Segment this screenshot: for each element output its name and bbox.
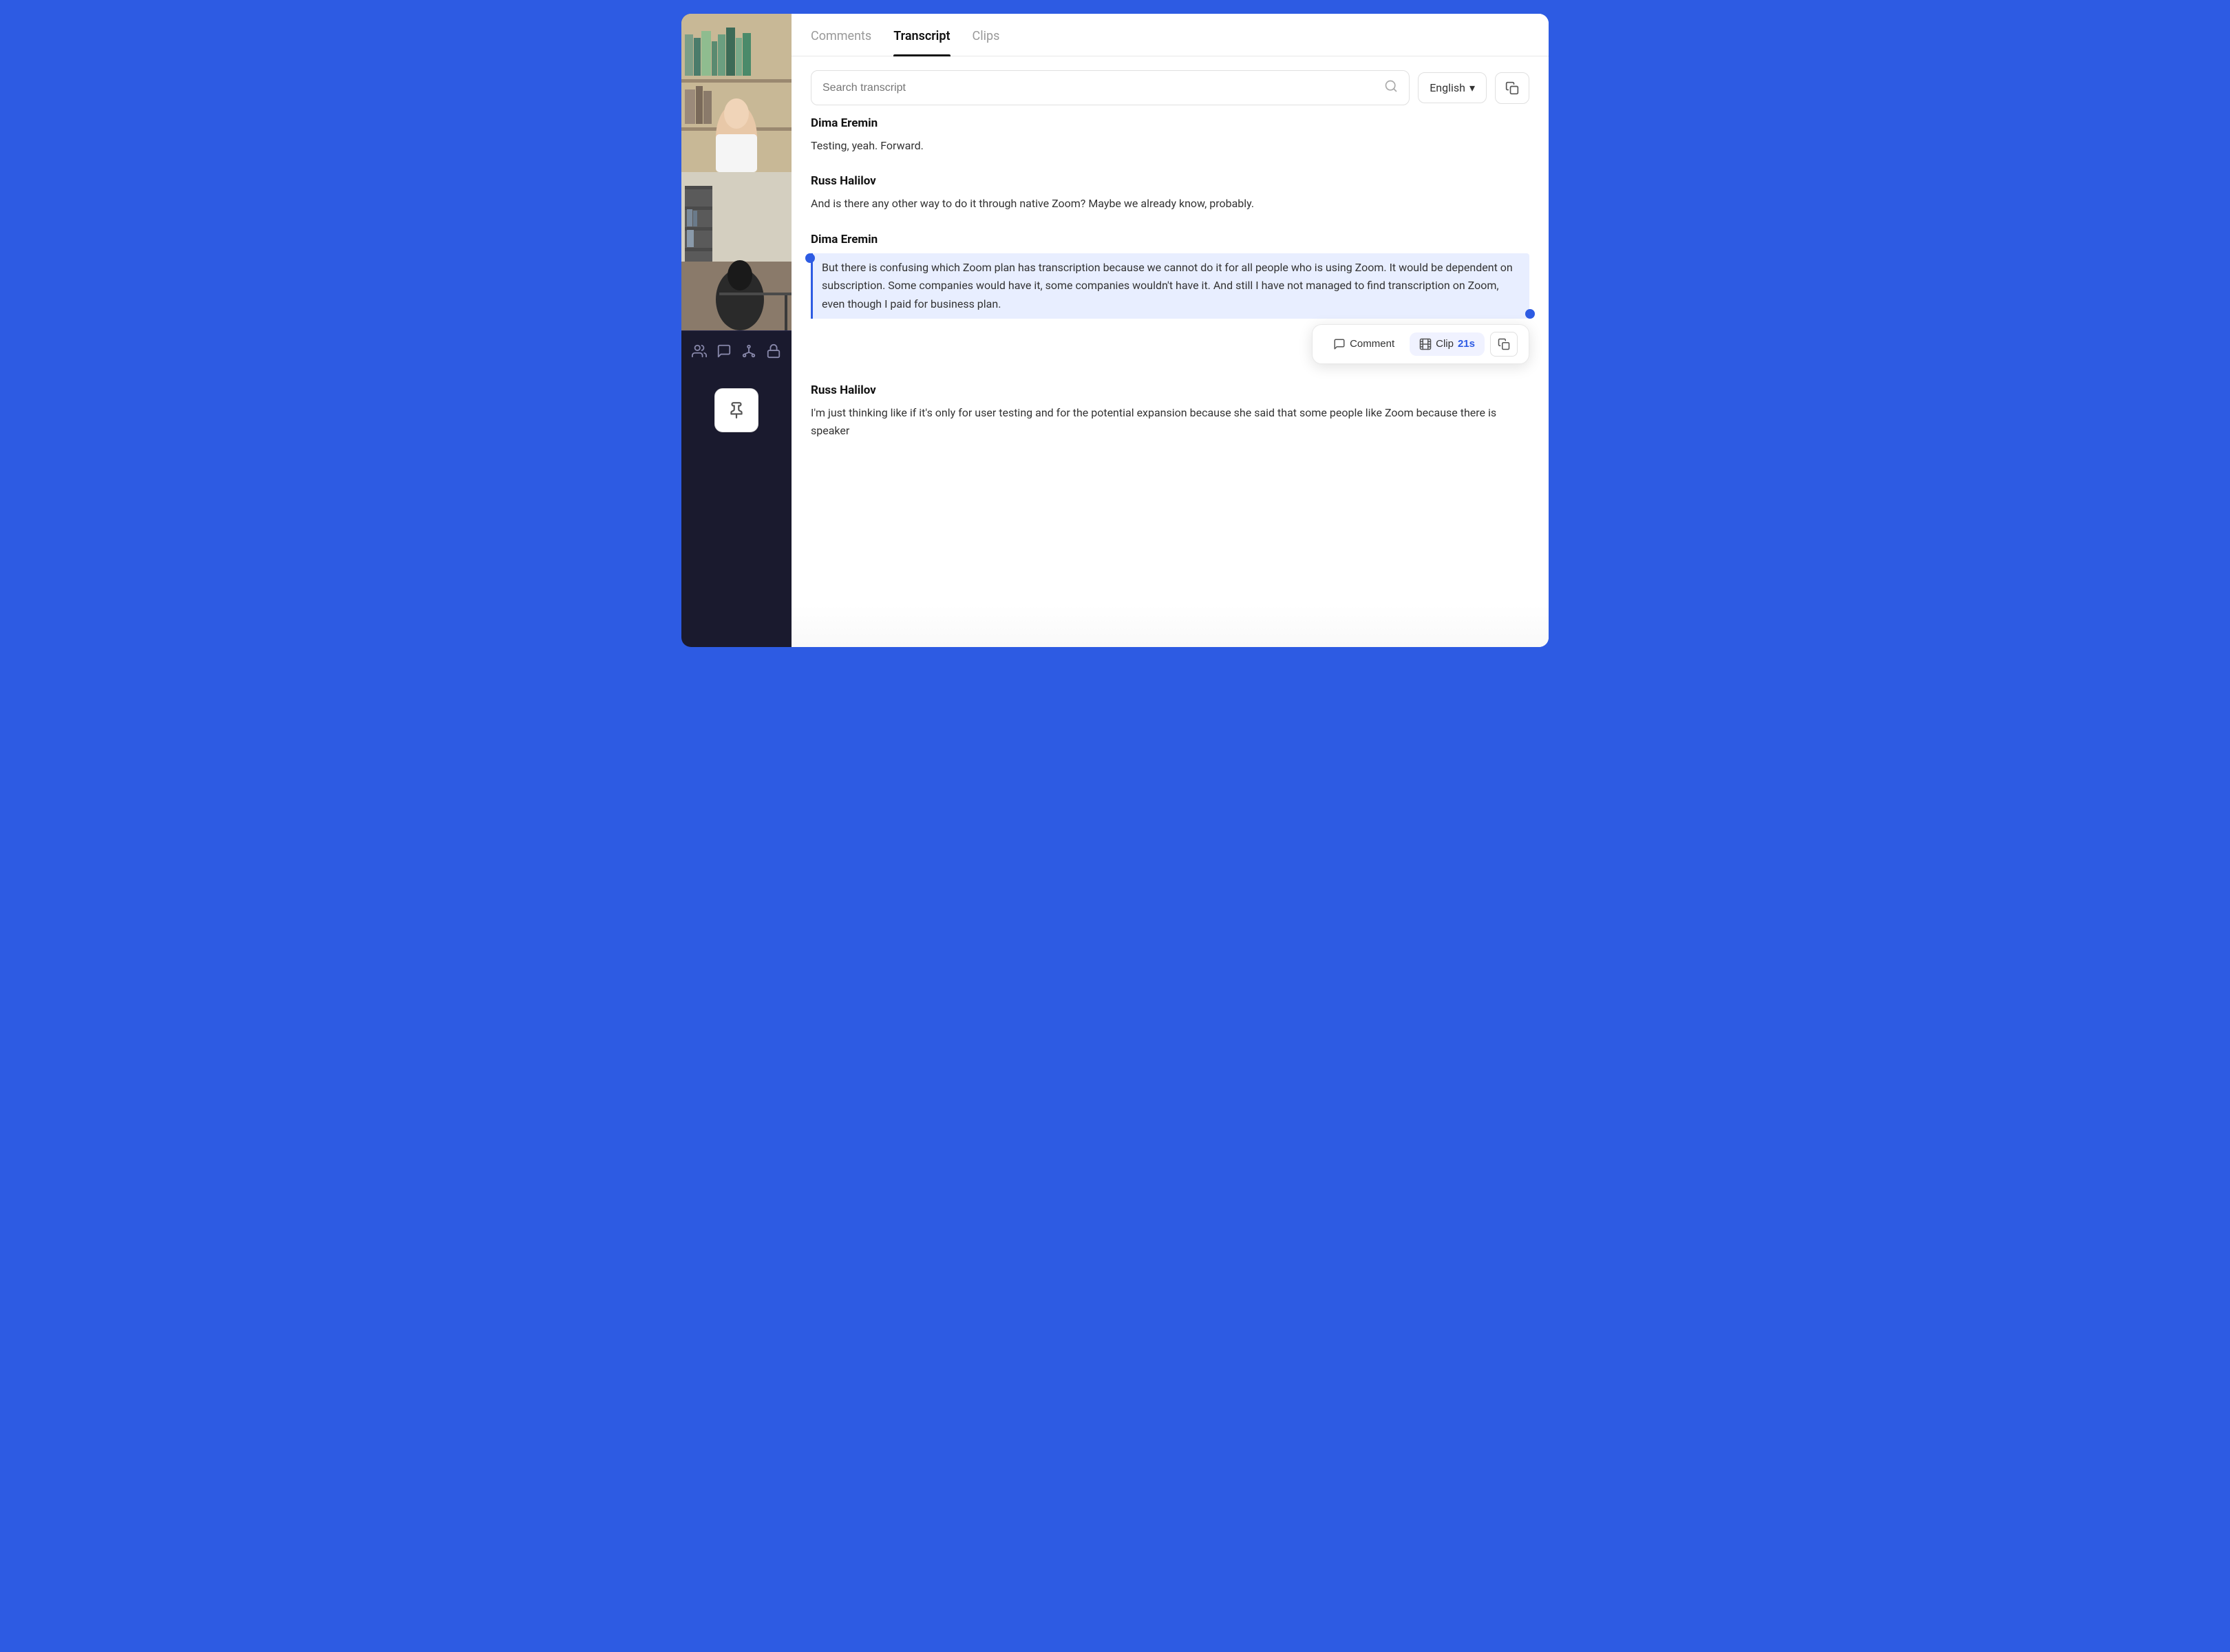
transcript-entry-1: Dima Eremin Testing, yeah. Forward. xyxy=(811,116,1529,155)
speech-text-3-highlighted: But there is confusing which Zoom plan h… xyxy=(811,253,1529,319)
tabs-bar: Comments Transcript Clips xyxy=(792,14,1549,56)
speech-text-2: And is there any other way to do it thro… xyxy=(811,195,1529,213)
tab-transcript[interactable]: Transcript xyxy=(893,14,950,56)
selection-handle-top[interactable] xyxy=(805,253,815,263)
transcript-entry-3: Dima Eremin But there is confusing which… xyxy=(811,233,1529,364)
main-panel: Comments Transcript Clips Englis xyxy=(792,14,1549,647)
action-toolbar: Comment Clip xyxy=(1312,324,1529,364)
selection-bar xyxy=(811,253,813,319)
search-input-wrap[interactable] xyxy=(811,70,1410,105)
speaker-name-4: Russ Halilov xyxy=(811,383,1529,397)
pin-button[interactable] xyxy=(714,388,758,432)
users-icon[interactable] xyxy=(689,341,710,365)
selection-handle-bottom[interactable] xyxy=(1525,309,1535,319)
language-dropdown[interactable]: English ▾ xyxy=(1418,72,1487,103)
speech-text-4: I'm just thinking like if it's only for … xyxy=(811,404,1529,441)
speaker-name-3: Dima Eremin xyxy=(811,233,1529,246)
language-label: English xyxy=(1430,81,1465,94)
comment-button[interactable]: Comment xyxy=(1324,332,1404,356)
sidebar xyxy=(681,14,792,647)
search-bar-row: English ▾ xyxy=(811,56,1529,116)
clip-label: Clip xyxy=(1436,338,1454,350)
transcript-entry-4: Russ Halilov I'm just thinking like if i… xyxy=(811,383,1529,441)
copy-selection-button[interactable] xyxy=(1490,332,1518,357)
transcript-entry-2: Russ Halilov And is there any other way … xyxy=(811,174,1529,213)
sidebar-pin-area xyxy=(681,377,792,443)
tab-clips[interactable]: Clips xyxy=(973,14,1000,56)
transcript-content[interactable]: English ▾ Dima Eremin Testing, yeah. For… xyxy=(792,56,1549,647)
search-icon xyxy=(1384,79,1398,96)
copy-transcript-button[interactable] xyxy=(1495,72,1529,104)
clip-button[interactable]: Clip 21s xyxy=(1410,332,1485,356)
video-thumb-bottom xyxy=(681,172,792,330)
chevron-down-icon: ▾ xyxy=(1469,81,1475,94)
highlighted-text: But there is confusing which Zoom plan h… xyxy=(822,261,1513,310)
search-input[interactable] xyxy=(822,82,1377,94)
speaker-name-2: Russ Halilov xyxy=(811,174,1529,188)
speech-text-1: Testing, yeah. Forward. xyxy=(811,137,1529,155)
tab-comments[interactable]: Comments xyxy=(811,14,871,56)
speaker-name-1: Dima Eremin xyxy=(811,116,1529,130)
comment-label: Comment xyxy=(1350,338,1394,350)
video-thumb-top xyxy=(681,14,792,172)
lock-icon[interactable] xyxy=(763,341,784,365)
chat-icon[interactable] xyxy=(714,341,734,365)
sidebar-controls xyxy=(681,330,792,374)
clip-time: 21s xyxy=(1458,338,1475,350)
tree-icon[interactable] xyxy=(739,341,759,365)
app-container: Comments Transcript Clips Englis xyxy=(681,14,1549,647)
